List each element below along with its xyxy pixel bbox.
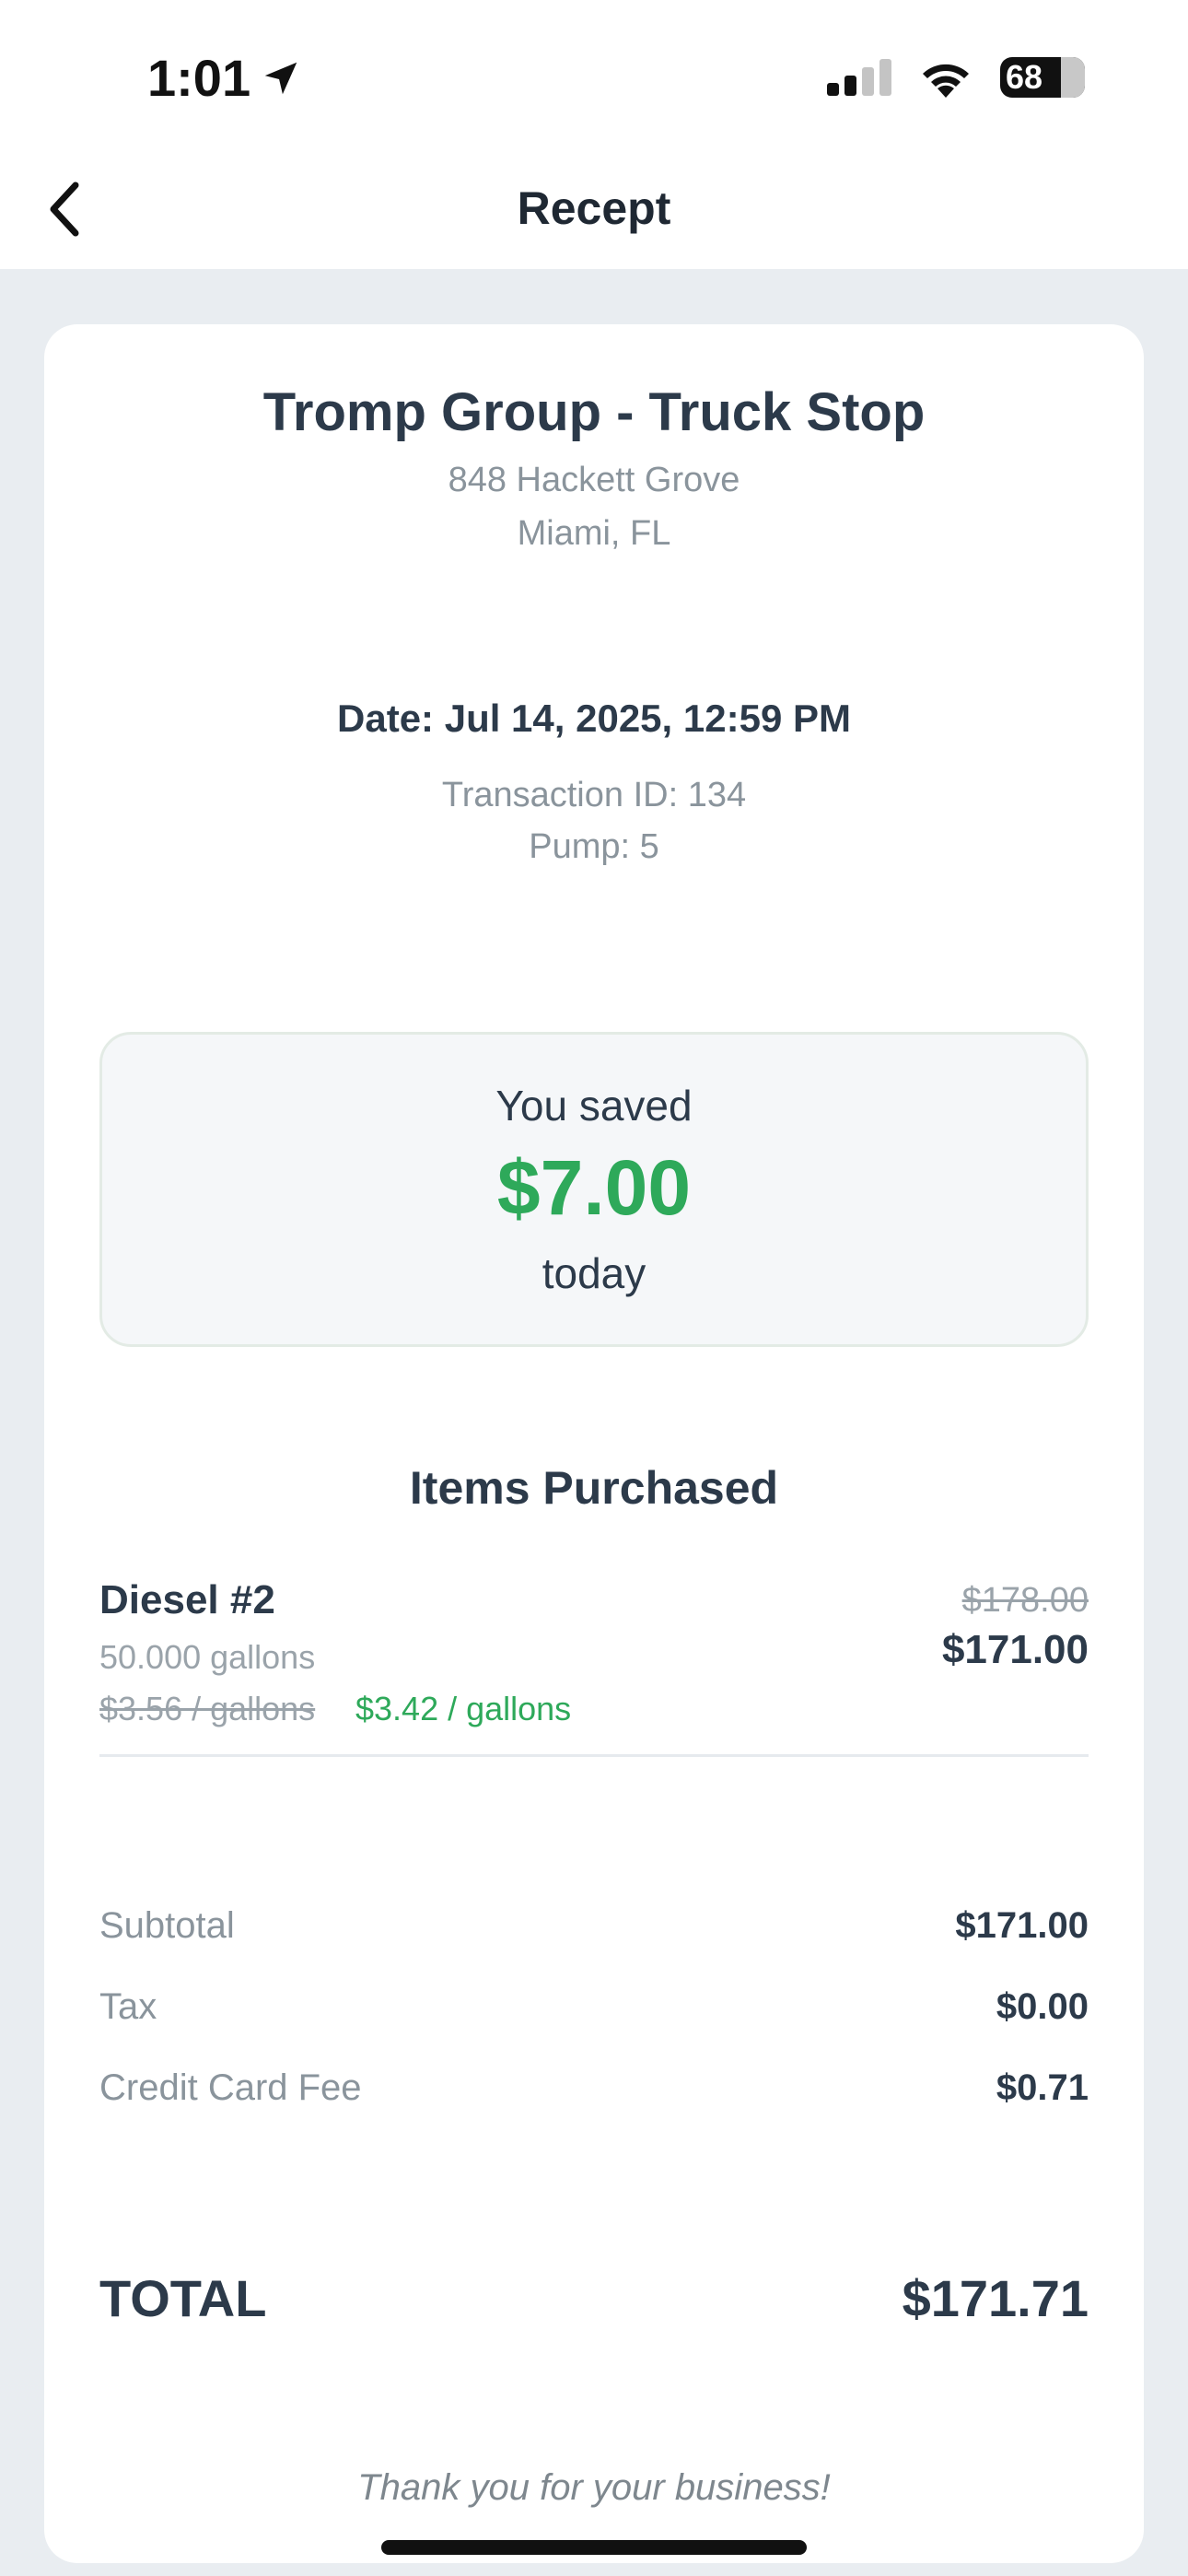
savings-amount: $7.00 xyxy=(496,1144,692,1231)
store-address-line1: 848 Hackett Grove xyxy=(448,461,740,499)
item-total: $171.00 xyxy=(941,1627,1089,1672)
thanks-message: Thank you for your business! xyxy=(357,2467,831,2508)
divider xyxy=(99,1754,1089,1757)
time-text: 1:01 xyxy=(147,49,251,107)
battery-icon: 68 xyxy=(1000,57,1085,98)
subtotal-value: $171.00 xyxy=(955,1905,1089,1946)
item-quantity: 50.000 gallons xyxy=(99,1638,316,1676)
savings-suffix: today xyxy=(542,1249,646,1297)
location-arrow-icon xyxy=(264,62,297,94)
receipt-card: Tromp Group - Truck Stop 848 Hackett Gro… xyxy=(44,324,1144,2563)
tax-value: $0.00 xyxy=(996,1986,1089,2027)
savings-label: You saved xyxy=(495,1082,693,1130)
item-old-total: $178.00 xyxy=(961,1581,1089,1620)
battery-level: 68 xyxy=(1006,58,1043,96)
savings-box: You saved $7.00 today xyxy=(99,1032,1089,1347)
total-value: $171.71 xyxy=(902,2269,1089,2327)
items-title: Items Purchased xyxy=(409,1462,779,1514)
transaction-date: Date: Jul 14, 2025, 12:59 PM xyxy=(337,697,851,740)
page-title: Recept xyxy=(517,182,671,234)
item-old-unit-price: $3.56 / gallons xyxy=(99,1690,316,1727)
fee-value: $0.71 xyxy=(996,2067,1089,2108)
pump-number: Pump: 5 xyxy=(529,827,659,866)
home-indicator[interactable] xyxy=(381,2540,807,2555)
status-time: 1:01 xyxy=(147,48,302,108)
signal-icon xyxy=(827,59,891,96)
fee-label: Credit Card Fee xyxy=(99,2067,362,2108)
total-label: TOTAL xyxy=(99,2269,267,2327)
transaction-id: Transaction ID: 134 xyxy=(441,776,747,814)
store-address-line2: Miami, FL xyxy=(517,514,671,553)
item-new-unit-price: $3.42 / gallons xyxy=(355,1690,572,1727)
subtotal-label: Subtotal xyxy=(99,1905,235,1946)
store-name: Tromp Group - Truck Stop xyxy=(262,382,926,442)
status-bar: 1:01 68 xyxy=(0,0,1188,161)
item-name: Diesel #2 xyxy=(99,1577,275,1622)
status-icons: 68 xyxy=(827,57,1085,98)
wifi-icon xyxy=(923,64,969,98)
nav-bar: Recept xyxy=(0,161,1188,269)
tax-label: Tax xyxy=(99,1986,157,2027)
